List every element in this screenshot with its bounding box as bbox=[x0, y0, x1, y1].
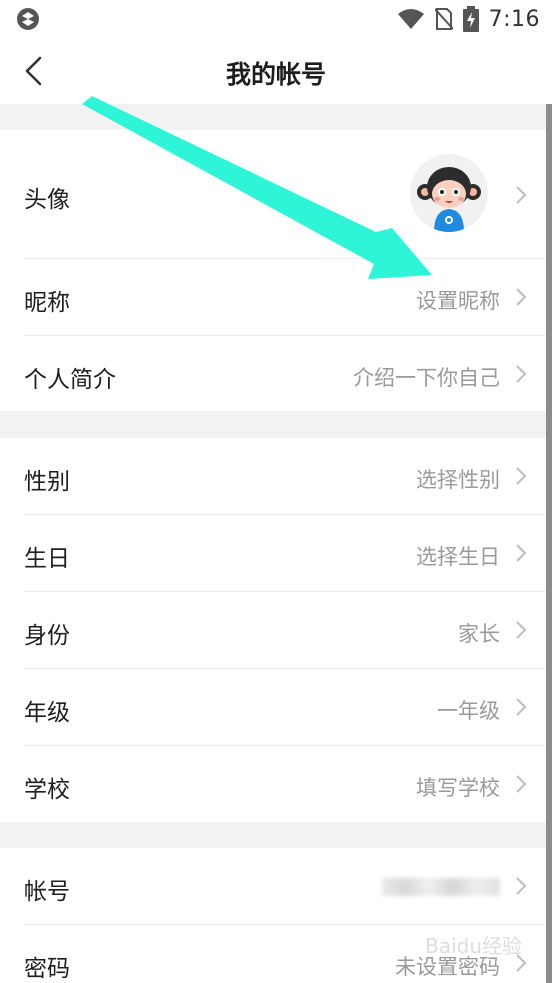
row-nickname[interactable]: 昵称 设置昵称 bbox=[0, 259, 546, 335]
row-account[interactable]: 帐号 bbox=[0, 848, 546, 924]
row-avatar[interactable]: 头像 bbox=[0, 130, 546, 258]
no-sim-icon bbox=[434, 8, 453, 30]
chevron-right-icon bbox=[516, 954, 527, 972]
row-label: 帐号 bbox=[24, 879, 70, 905]
row-bio[interactable]: 个人简介 介绍一下你自己 bbox=[0, 336, 546, 411]
section-gap bbox=[0, 411, 552, 438]
row-label: 学校 bbox=[24, 777, 70, 803]
row-value: 设置昵称 bbox=[416, 289, 500, 313]
row-gender[interactable]: 性别 选择性别 bbox=[0, 438, 546, 514]
row-label: 身份 bbox=[24, 623, 70, 649]
account-value-redacted bbox=[382, 878, 500, 896]
chevron-right-icon bbox=[516, 288, 527, 306]
chevron-right-icon bbox=[516, 186, 527, 204]
personal-info-section: 性别 选择性别 生日 选择生日 身份 家长 年级 一年级 学校 填写学校 bbox=[0, 438, 546, 822]
scrollbar[interactable] bbox=[546, 104, 552, 983]
row-label: 生日 bbox=[24, 546, 70, 572]
chevron-right-icon bbox=[516, 877, 527, 895]
page-title: 我的帐号 bbox=[225, 60, 326, 89]
row-value: 一年级 bbox=[437, 699, 500, 723]
profile-section: 头像 昵称 设置昵称 个人简介 介绍一下你自己 bbox=[0, 130, 546, 411]
battery-charging-icon bbox=[462, 6, 479, 32]
status-bar: 7:16 bbox=[0, 0, 552, 38]
row-label: 年级 bbox=[24, 700, 70, 726]
avatar[interactable] bbox=[410, 154, 488, 232]
row-identity[interactable]: 身份 家长 bbox=[0, 592, 546, 668]
row-label: 密码 bbox=[24, 956, 70, 982]
chevron-right-icon bbox=[516, 467, 527, 485]
wifi-icon bbox=[397, 9, 424, 29]
status-icons: 7:16 bbox=[397, 5, 540, 33]
row-password[interactable]: 密码 未设置密码 bbox=[0, 925, 546, 983]
row-grade[interactable]: 年级 一年级 bbox=[0, 669, 546, 745]
chevron-right-icon bbox=[516, 365, 527, 383]
section-gap bbox=[0, 104, 552, 130]
app-notification-icon bbox=[17, 8, 39, 30]
row-value: 未设置密码 bbox=[395, 955, 500, 979]
row-birthday[interactable]: 生日 选择生日 bbox=[0, 515, 546, 591]
status-time: 7:16 bbox=[488, 6, 540, 32]
row-value: 介绍一下你自己 bbox=[353, 366, 500, 390]
nav-bar: 我的帐号 bbox=[0, 38, 552, 104]
row-label: 昵称 bbox=[24, 290, 70, 316]
row-value: 选择生日 bbox=[416, 545, 500, 569]
row-value: 填写学校 bbox=[416, 776, 500, 800]
chevron-right-icon bbox=[516, 698, 527, 716]
chevron-right-icon bbox=[516, 775, 527, 793]
chevron-right-icon bbox=[516, 544, 527, 562]
row-label: 头像 bbox=[24, 187, 70, 213]
row-label: 性别 bbox=[24, 469, 70, 495]
row-label: 个人简介 bbox=[24, 367, 116, 393]
section-gap bbox=[0, 822, 552, 848]
row-school[interactable]: 学校 填写学校 bbox=[0, 746, 546, 822]
account-section: 帐号 密码 未设置密码 bbox=[0, 848, 546, 983]
chevron-right-icon bbox=[516, 621, 527, 639]
row-value: 选择性别 bbox=[416, 468, 500, 492]
row-value: 家长 bbox=[458, 622, 500, 646]
